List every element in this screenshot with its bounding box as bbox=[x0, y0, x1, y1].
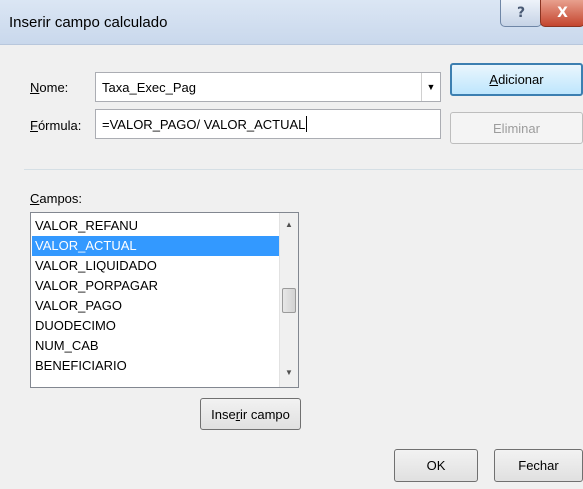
list-item[interactable]: NUM_CAB bbox=[32, 336, 280, 356]
window-title: Inserir campo calculado bbox=[9, 14, 168, 31]
delete-button[interactable]: Eliminar bbox=[450, 112, 583, 144]
title-bar[interactable]: Inserir campo calculado ? X bbox=[0, 0, 583, 45]
separator bbox=[24, 169, 583, 170]
help-button[interactable]: ? bbox=[500, 0, 542, 27]
ok-button-label: OK bbox=[426, 458, 446, 473]
text-cursor bbox=[306, 116, 308, 132]
help-icon: ? bbox=[516, 5, 526, 21]
insert-field-button-label: Inserir campo bbox=[211, 406, 290, 422]
formula-value: =VALOR_PAGO/ VALOR_ACTUAL bbox=[102, 116, 306, 132]
fields-label: Campos: bbox=[30, 191, 83, 206]
add-button-label: Adicionar bbox=[489, 72, 544, 87]
name-combo[interactable]: Taxa_Exec_Pag ▼ bbox=[95, 72, 441, 102]
ok-button[interactable]: OK bbox=[394, 449, 478, 482]
fields-listbox[interactable]: VALOR_REFANU VALOR_ACTUAL VALOR_LIQUIDAD… bbox=[30, 212, 299, 388]
formula-label: Fórmula: bbox=[30, 118, 82, 133]
list-item-selected[interactable]: VALOR_ACTUAL bbox=[32, 236, 280, 256]
delete-button-label: Eliminar bbox=[493, 120, 540, 136]
scroll-thumb[interactable] bbox=[282, 288, 296, 313]
list-item[interactable]: DUODECIMO bbox=[32, 316, 280, 336]
name-value: Taxa_Exec_Pag bbox=[102, 79, 196, 95]
list-item[interactable]: VALOR_PAGO bbox=[32, 296, 280, 316]
insert-calculated-field-dialog: Inserir campo calculado ? X Nome: Taxa_E… bbox=[0, 0, 583, 489]
list-item[interactable]: VALOR_LIQUIDADO bbox=[32, 256, 280, 276]
close-button[interactable]: Fechar bbox=[494, 449, 583, 482]
close-button-label: Fechar bbox=[518, 458, 559, 473]
close-window-button[interactable]: X bbox=[540, 0, 583, 27]
vertical-scrollbar[interactable]: ▲ ▼ bbox=[279, 213, 298, 387]
name-label: Nome: bbox=[30, 80, 69, 95]
close-icon: X bbox=[557, 5, 568, 21]
insert-field-button[interactable]: Inserir campo bbox=[200, 398, 301, 430]
list-item[interactable]: BENEFICIARIO bbox=[32, 356, 280, 376]
list-item[interactable]: VALOR_REFANU bbox=[32, 216, 280, 236]
chevron-down-icon[interactable]: ▼ bbox=[421, 73, 440, 101]
list-item[interactable]: VALOR_PORPAGAR bbox=[32, 276, 280, 296]
scroll-up-arrow-icon[interactable]: ▲ bbox=[280, 215, 298, 233]
scroll-down-arrow-icon[interactable]: ▼ bbox=[280, 363, 298, 381]
formula-input[interactable]: =VALOR_PAGO/ VALOR_ACTUAL bbox=[95, 109, 441, 139]
add-button[interactable]: Adicionar bbox=[450, 63, 583, 96]
